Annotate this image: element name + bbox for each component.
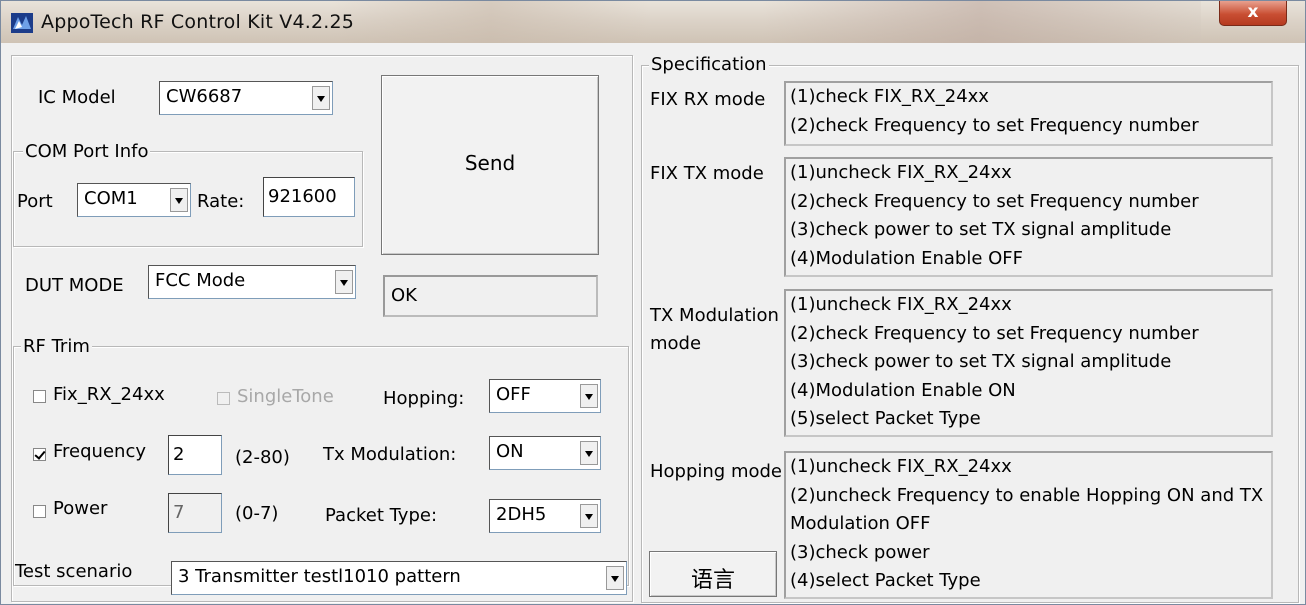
spec-line: (2)check Frequency to set Frequency numb…: [790, 322, 1199, 344]
spec-line: (1)check FIX_RX_24xx: [790, 86, 989, 107]
spec-line: Modulation OFF: [790, 513, 931, 534]
power-input[interactable]: 7: [168, 493, 222, 533]
power-checkbox[interactable]: [33, 505, 46, 518]
dut-mode-select[interactable]: FCC Mode: [148, 265, 356, 299]
hopping-select[interactable]: OFF: [489, 379, 601, 413]
title-bar-decoration: [761, 1, 1201, 43]
power-value: 7: [173, 502, 185, 523]
tx-modulation-label: Tx Modulation:: [323, 444, 457, 465]
rate-label: Rate:: [197, 191, 245, 212]
spec-line: (5)select Packet Type: [790, 408, 981, 429]
chevron-down-icon[interactable]: [606, 566, 624, 590]
frequency-value: 2: [173, 444, 185, 465]
title-bar[interactable]: AppoTech RF Control Kit V4.2.25 x: [1, 1, 1305, 43]
app-logo-icon: [11, 13, 33, 33]
port-value: COM1: [84, 188, 138, 209]
tx-modulation-mode-box: (1)uncheck FIX_RX_24xx (2)check Frequenc…: [784, 289, 1273, 437]
single-tone-checkbox[interactable]: [217, 392, 230, 405]
test-scenario-select[interactable]: 3 Transmitter testl1010 pattern: [171, 561, 627, 595]
ic-model-label: IC Model: [38, 87, 116, 108]
spec-line: (2)uncheck Frequency to enable Hopping O…: [790, 484, 1264, 506]
spec-line: (1)uncheck FIX_RX_24xx: [790, 162, 1012, 183]
frequency-input[interactable]: 2: [168, 435, 222, 475]
spec-line: (3)check power to set TX signal amplitud…: [790, 351, 1172, 372]
hopping-mode-box: (1)uncheck FIX_RX_24xx (2)uncheck Freque…: [784, 451, 1273, 599]
language-button[interactable]: 语言: [649, 551, 777, 597]
specification-group-title: Specification: [649, 54, 769, 75]
fix-tx-mode-box: (1)uncheck FIX_RX_24xx (2)check Frequenc…: [784, 157, 1273, 277]
spec-line: (4)select Packet Type: [790, 570, 981, 591]
ic-model-value: CW6687: [166, 86, 243, 107]
status-box: OK: [383, 275, 598, 317]
chevron-down-icon[interactable]: [170, 188, 188, 212]
fix-rx-mode-label: FIX RX mode: [650, 89, 766, 110]
chevron-down-icon[interactable]: [580, 384, 598, 408]
spec-line: (1)uncheck FIX_RX_24xx: [790, 294, 1012, 315]
close-button[interactable]: x: [1219, 1, 1287, 26]
chevron-down-icon[interactable]: [335, 270, 353, 294]
frequency-range: (2-80): [235, 447, 290, 468]
single-tone-label: SingleTone: [237, 386, 334, 407]
spec-line: (4)Modulation Enable OFF: [790, 247, 1024, 269]
power-range: (0-7): [235, 503, 279, 524]
send-button-label: Send: [464, 151, 516, 175]
spec-line: (3)check power to set TX signal amplitud…: [790, 219, 1172, 240]
tx-modulation-value: ON: [496, 441, 524, 462]
send-button[interactable]: Send: [381, 75, 599, 255]
tx-modulation-mode-label: TX Modulation: [650, 305, 779, 326]
power-label: Power: [53, 498, 108, 519]
port-label: Port: [17, 191, 53, 212]
hopping-value: OFF: [496, 384, 531, 405]
chevron-down-icon[interactable]: [580, 441, 598, 465]
chevron-down-icon[interactable]: [580, 504, 598, 528]
window-title: AppoTech RF Control Kit V4.2.25: [41, 11, 355, 33]
close-icon: x: [1247, 2, 1259, 22]
title-bar-decoration: [331, 1, 651, 43]
fix-rx-label: Fix_RX_24xx: [53, 384, 165, 405]
app-window: AppoTech RF Control Kit V4.2.25 x IC Mod…: [0, 0, 1306, 605]
status-text: OK: [391, 285, 417, 306]
fix-rx-mode-box: (1)check FIX_RX_24xx (2)check Frequency …: [784, 81, 1273, 146]
spec-line: (2)check Frequency to set Frequency numb…: [790, 114, 1199, 136]
tx-modulation-select[interactable]: ON: [489, 436, 601, 470]
com-port-group-title: COM Port Info: [23, 141, 151, 162]
dut-mode-value: FCC Mode: [155, 270, 246, 291]
packet-type-value: 2DH5: [496, 504, 547, 525]
packet-type-label: Packet Type:: [325, 505, 438, 526]
packet-type-select[interactable]: 2DH5: [489, 499, 601, 533]
chevron-down-icon[interactable]: [312, 86, 330, 110]
main-panel: IC Model CW6687 COM Port Info Port COM1 …: [1, 43, 1305, 604]
fix-rx-checkbox[interactable]: [33, 390, 46, 403]
tx-modulation-mode-label-line2: mode: [650, 333, 702, 354]
rf-trim-group-title: RF Trim: [21, 336, 92, 357]
ic-model-select[interactable]: CW6687: [159, 81, 333, 115]
spec-line: (3)check power: [790, 541, 930, 563]
spec-line: (2)check Frequency to set Frequency numb…: [790, 190, 1199, 212]
test-scenario-label: Test scenario: [15, 561, 133, 582]
frequency-label: Frequency: [53, 441, 146, 462]
dut-mode-label: DUT MODE: [25, 275, 124, 296]
language-button-label: 语言: [690, 568, 735, 593]
spec-line: (1)uncheck FIX_RX_24xx: [790, 456, 1012, 477]
rate-value: 921600: [268, 186, 337, 207]
rate-input[interactable]: 921600: [263, 177, 355, 217]
port-select[interactable]: COM1: [77, 183, 191, 217]
hopping-mode-label: Hopping mode: [650, 461, 783, 482]
hopping-label: Hopping:: [383, 388, 465, 409]
frequency-checkbox[interactable]: [33, 448, 46, 461]
spec-line: (4)Modulation Enable ON: [790, 379, 1016, 401]
test-scenario-value: 3 Transmitter testl1010 pattern: [178, 566, 461, 587]
fix-tx-mode-label: FIX TX mode: [650, 163, 764, 184]
